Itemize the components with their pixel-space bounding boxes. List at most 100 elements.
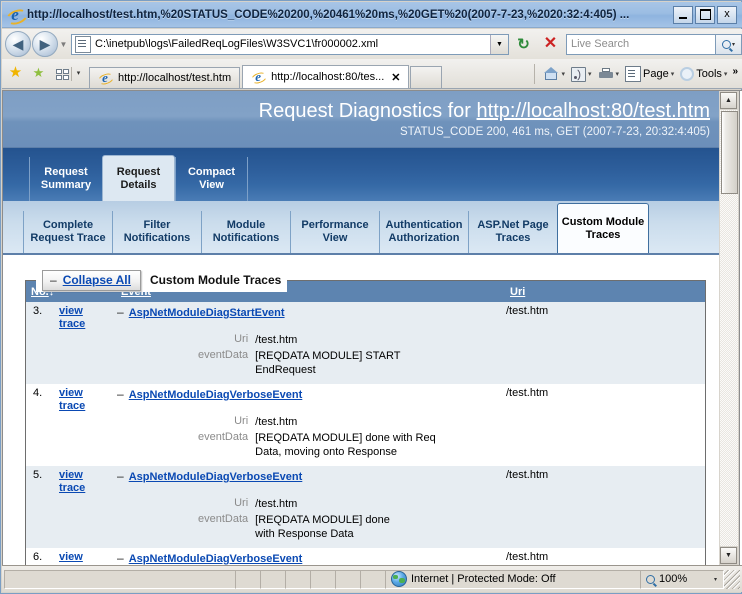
internet-zone-icon (391, 571, 407, 587)
view-label[interactable]: view (59, 469, 115, 482)
scrollbar-thumb[interactable] (721, 111, 738, 194)
tab-filter-notifications[interactable]: Filter Notifications (112, 211, 201, 253)
page-body: – Collapse All Custom Module Traces No.↓… (3, 255, 722, 565)
scrollbar-track[interactable] (720, 110, 738, 546)
row-number: 4. (26, 384, 58, 414)
scroll-up-button[interactable]: ▲ (720, 92, 737, 109)
view-trace-link[interactable]: view trace (58, 548, 117, 565)
address-dropdown-caret-icon[interactable]: ▼ (490, 34, 508, 54)
view-label[interactable]: view (59, 551, 115, 564)
table-row[interactable]: 4. view trace – AspNetModuleDiagVerboseEv… (26, 384, 705, 414)
new-tab-button[interactable] (410, 66, 443, 88)
detail-key: eventData (198, 512, 255, 542)
scroll-down-button[interactable]: ▼ (720, 547, 737, 564)
table-row-detail: Uri /test.htm eventData [REQDATA MODULE]… (26, 496, 705, 548)
tab-authentication-authorization[interactable]: Authentication Authorization (379, 211, 468, 253)
tab-compact-view[interactable]: Compact View (175, 157, 248, 201)
detail-key: eventData (198, 348, 255, 378)
trace-label[interactable]: trace (59, 400, 115, 413)
search-placeholder: Live Search (571, 38, 630, 50)
detail-key: eventData (198, 430, 255, 460)
address-input[interactable]: C:\inetpub\logs\FailedReqLogFiles\W3SVC1… (71, 33, 509, 55)
internet-explorer-icon: e (4, 6, 30, 27)
trace-label[interactable]: trace (59, 318, 115, 331)
row-event: – AspNetModuleDiagVerboseEvent (116, 384, 505, 414)
page-scrollbar[interactable]: ▲ ▼ (719, 90, 740, 566)
table-row[interactable]: 3. view trace – AspNetModuleDiagStartEven… (26, 302, 705, 332)
tab-close-icon[interactable]: ✕ (391, 71, 400, 84)
tab-request-details[interactable]: Request Details (102, 155, 175, 201)
trace-label[interactable]: trace (59, 482, 115, 495)
status-message (4, 569, 236, 589)
feeds-command[interactable]: ▾ (568, 66, 595, 82)
page-icon (625, 66, 642, 82)
expand-toggle-icon[interactable]: – (117, 551, 124, 565)
tab-module-notifications[interactable]: Module Notifications (201, 211, 290, 253)
view-label[interactable]: view (59, 305, 115, 318)
expand-toggle-icon[interactable]: – (117, 305, 124, 319)
close-button[interactable]: x (717, 5, 737, 24)
add-to-favorites-icon[interactable]: ★ (30, 66, 47, 82)
table-row[interactable]: 6. view trace –AspNetModuleDiagVerboseEv… (26, 548, 705, 565)
tab-custom-module-traces[interactable]: Custom Module Traces (557, 203, 649, 253)
tools-menu-label: Tools (696, 68, 722, 80)
search-input[interactable]: Live Search (566, 33, 716, 55)
status-bar: Internet | Protected Mode: Off 100% ▾ (2, 565, 742, 592)
tab-aspnet-page-traces[interactable]: ASP.Net Page Traces (468, 211, 557, 253)
minimize-button[interactable] (673, 5, 693, 24)
row-uri: /test.htm (505, 384, 705, 414)
quick-tabs-icon[interactable] (54, 67, 71, 82)
home-caret-icon: ▾ (561, 71, 565, 78)
detail-properties: Uri /test.htm eventData [REQDATA MODULE]… (198, 496, 407, 542)
event-link[interactable]: AspNetModuleDiagVerboseEvent (129, 553, 303, 565)
column-header-uri[interactable]: Uri (505, 281, 705, 302)
status-cell-3 (285, 569, 311, 589)
page-menu[interactable]: Page ▾ (622, 66, 677, 82)
detail-key: Uri (198, 332, 255, 348)
stop-button[interactable]: ✕ (538, 32, 563, 56)
tab-complete-request-trace[interactable]: Complete Request Trace (23, 211, 112, 253)
expand-toggle-icon[interactable]: – (117, 469, 124, 483)
recent-pages-caret-icon[interactable]: ▼ (58, 40, 69, 49)
status-cell-5 (335, 569, 361, 589)
secondary-tab-strip: Complete Request Trace Filter Notificati… (3, 201, 722, 255)
forward-button[interactable]: ▶ (32, 31, 58, 57)
print-command[interactable]: ▾ (595, 67, 623, 81)
browser-tab-2[interactable]: e http://localhost:80/tes... ✕ (242, 65, 410, 88)
page-title-link[interactable]: http://localhost:80/test.htm (477, 100, 710, 122)
expand-toggle-icon[interactable]: – (117, 387, 124, 401)
tools-caret-icon: ▾ (723, 71, 728, 78)
search-button[interactable]: ▾ (716, 33, 742, 55)
tab-list-caret-icon[interactable]: ▾ (71, 67, 85, 81)
view-trace-link[interactable]: view trace (58, 302, 117, 332)
event-link[interactable]: AspNetModuleDiagStartEvent (129, 307, 285, 319)
maximize-button[interactable] (695, 5, 715, 24)
tab-request-summary[interactable]: Request Summary (29, 157, 102, 201)
favorites-center-icon[interactable]: ★ (7, 65, 24, 82)
event-link[interactable]: AspNetModuleDiagVerboseEvent (129, 471, 303, 483)
document-icon (75, 35, 91, 53)
refresh-button[interactable]: ↻ (511, 32, 536, 56)
collapse-all-button[interactable]: – Collapse All (42, 269, 141, 291)
detail-value: [REQDATA MODULE] START EndRequest (254, 348, 425, 378)
command-overflow-icon[interactable]: » (732, 66, 738, 77)
browser-tab-1[interactable]: e http://localhost/test.htm (89, 67, 241, 88)
view-trace-link[interactable]: view trace (58, 384, 117, 414)
home-command[interactable]: ▾ (541, 67, 568, 81)
back-button[interactable]: ◀ (5, 31, 31, 57)
tools-menu[interactable]: Tools ▾ (677, 67, 730, 81)
traces-table: No.↓ Event Uri 3. view trac (26, 281, 705, 565)
page-title-prefix: Request Diagnostics for (258, 100, 477, 122)
tab-performance-view[interactable]: Performance View (290, 211, 379, 253)
table-row[interactable]: 5. view trace – AspNetModuleDiagVerboseEv… (26, 466, 705, 496)
event-link[interactable]: AspNetModuleDiagVerboseEvent (129, 389, 303, 401)
rss-icon (570, 66, 586, 82)
address-bar: ◀ ▶ ▼ C:\inetpub\logs\FailedReqLogFiles\… (2, 29, 742, 59)
zoom-control[interactable]: 100% ▾ (640, 569, 724, 589)
view-trace-link[interactable]: view trace (58, 466, 117, 496)
browser-window: e http://localhost/test.htm,%20STATUS_CO… (0, 0, 742, 594)
view-label[interactable]: view (59, 387, 115, 400)
security-zone[interactable]: Internet | Protected Mode: Off (385, 569, 641, 589)
resize-grip[interactable] (724, 569, 740, 589)
zoom-caret-icon[interactable]: ▾ (714, 576, 717, 583)
